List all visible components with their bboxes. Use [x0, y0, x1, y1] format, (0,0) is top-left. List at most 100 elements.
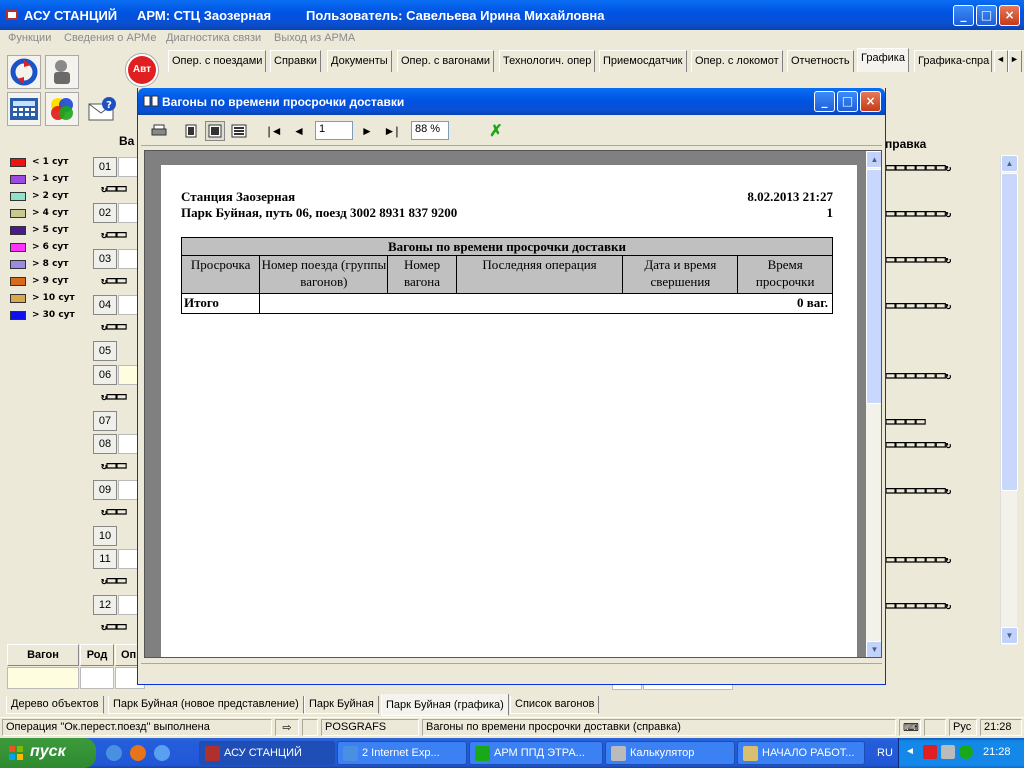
tab-tech[interactable]: Технологич. опер — [499, 50, 596, 72]
scroll-down-icon[interactable]: ▼ — [866, 641, 881, 657]
tab-locomotives[interactable]: Опер. с локомот — [691, 50, 783, 72]
tabs-scroll-left[interactable]: ◄ — [994, 50, 1008, 72]
menu-exit[interactable]: Выход из АРМА — [274, 32, 355, 44]
wagon-strip[interactable]: ↻⊏⊐⊏⊐ — [101, 184, 127, 195]
tab-park[interactable]: Парк Буйная — [304, 696, 379, 714]
right-scrollbar[interactable]: ▲ ▼ — [1000, 155, 1018, 645]
color-palette-icon[interactable] — [45, 92, 79, 126]
single-page-icon[interactable] — [181, 121, 201, 141]
wagon-strip[interactable]: ⊏⊐⊏⊐⊏⊐⊏⊐⊏⊐⊏⊐↻ — [885, 301, 951, 312]
tab-documents[interactable]: Документы — [327, 50, 392, 72]
page-number-input[interactable]: 1 — [315, 121, 353, 140]
network-icon[interactable] — [941, 745, 955, 759]
wagon-strip[interactable]: ⊏⊐⊏⊐⊏⊐⊏⊐ — [885, 417, 926, 428]
ie-quicklaunch-icon-2[interactable] — [154, 745, 170, 761]
menu-diagnostics[interactable]: Диагностика связи — [166, 32, 261, 44]
antivirus-icon[interactable] — [923, 745, 937, 759]
wagon-strip[interactable]: ↻⊏⊐⊏⊐ — [101, 276, 127, 287]
wagon-strip[interactable]: ↻⊏⊐⊏⊐ — [101, 461, 127, 472]
wagon-strip[interactable]: ↻⊏⊐⊏⊐ — [101, 230, 127, 241]
wagon-strip[interactable]: ⊏⊐⊏⊐⊏⊐⊏⊐⊏⊐⊏⊐↻ — [885, 486, 951, 497]
wagon-strip[interactable]: ↻⊏⊐⊏⊐ — [101, 507, 127, 518]
operator-icon[interactable] — [45, 55, 79, 89]
minimize-button[interactable]: _ — [953, 5, 974, 26]
dialog-maximize-button[interactable]: □ — [837, 91, 858, 112]
mail-help-icon[interactable]: ? — [86, 92, 120, 126]
tab-wagon-list[interactable]: Список вагонов — [510, 696, 600, 714]
wagon-strip[interactable]: ⊏⊐⊏⊐⊏⊐⊏⊐⊏⊐⊏⊐↻ — [885, 255, 951, 266]
wagon-strip[interactable]: ⊏⊐⊏⊐⊏⊐⊏⊐⊏⊐⊏⊐↻ — [885, 163, 951, 174]
dialog-titlebar[interactable]: Вагоны по времени просрочки доставки _ □… — [138, 88, 885, 115]
track-number[interactable]: 11 — [93, 549, 117, 569]
wagon-strip[interactable]: ⊏⊐⊏⊐⊏⊐⊏⊐⊏⊐⊏⊐↻ — [885, 371, 951, 382]
first-page-icon[interactable]: |◄ — [265, 121, 285, 141]
main-titlebar[interactable]: АСУ СТАНЦИЙ АРМ: СТЦ Заозерная Пользоват… — [0, 0, 1024, 30]
arrow-icon[interactable]: ⇨ — [275, 719, 299, 736]
track-number[interactable]: 10 — [93, 526, 117, 546]
multi-page-icon[interactable] — [229, 121, 249, 141]
taskbar-item-asu[interactable]: АСУ СТАНЦИЙ — [199, 741, 335, 765]
grid-cell[interactable] — [80, 667, 114, 689]
menu-functions[interactable]: Функции — [8, 32, 51, 44]
wagon-strip[interactable]: ↻⊏⊐⊏⊐ — [101, 322, 127, 333]
scroll-thumb[interactable] — [866, 169, 881, 404]
track-number[interactable]: 08 — [93, 434, 117, 454]
wagon-strip[interactable]: ⊏⊐⊏⊐⊏⊐⊏⊐⊏⊐⊏⊐↻ — [885, 440, 951, 451]
maximize-button[interactable]: □ — [976, 5, 997, 26]
tab-trains[interactable]: Опер. с поездами — [168, 50, 267, 72]
exit-runner-icon[interactable]: ✗ — [486, 121, 506, 141]
tab-park-graphics[interactable]: Парк Буйная (графика) — [381, 694, 509, 716]
menu-arm-info[interactable]: Сведения о АРМе — [64, 32, 156, 44]
wagon-strip[interactable]: ⊏⊐⊏⊐⊏⊐⊏⊐⊏⊐⊏⊐↻ — [885, 209, 951, 220]
wagon-strip[interactable]: ↻⊏⊐⊏⊐ — [101, 392, 127, 403]
col-header-kind[interactable]: Род — [80, 644, 114, 666]
grid-cell[interactable] — [7, 667, 79, 689]
tab-graphics[interactable]: Графика — [857, 48, 909, 72]
scroll-up-icon[interactable]: ▲ — [1001, 155, 1018, 172]
scroll-up-icon[interactable]: ▲ — [866, 151, 881, 168]
start-button[interactable]: пуск — [0, 738, 96, 768]
track-number[interactable]: 04 — [93, 295, 117, 315]
last-page-icon[interactable]: ►| — [381, 121, 401, 141]
tab-object-tree[interactable]: Дерево объектов — [6, 696, 104, 714]
close-button[interactable]: × — [999, 5, 1020, 26]
taskbar-lang[interactable]: RU — [877, 747, 893, 759]
track-number[interactable]: 07 — [93, 411, 117, 431]
tab-acceptor[interactable]: Приемосдатчик — [599, 50, 687, 72]
print-icon[interactable] — [149, 121, 169, 141]
page-width-icon[interactable] — [205, 121, 225, 141]
wagon-strip[interactable]: ↻⊏⊐⊏⊐ — [101, 576, 127, 587]
track-number[interactable]: 02 — [93, 203, 117, 223]
wagon-strip[interactable]: ⊏⊐⊏⊐⊏⊐⊏⊐⊏⊐⊏⊐↻ — [885, 555, 951, 566]
wagon-strip[interactable]: ⊏⊐⊏⊐⊏⊐⊏⊐⊏⊐⊏⊐↻ — [885, 601, 951, 612]
taskbar-item-calculator[interactable]: Калькулятор — [605, 741, 735, 765]
track-number[interactable]: 09 — [93, 480, 117, 500]
refresh-icon[interactable] — [7, 55, 41, 89]
zoom-input[interactable]: 88 % — [411, 121, 449, 140]
scroll-thumb[interactable] — [1001, 173, 1018, 491]
track-number[interactable]: 06 — [93, 365, 117, 385]
col-header-wagon[interactable]: Вагон — [7, 644, 79, 666]
tab-reporting[interactable]: Отчетность — [787, 50, 854, 72]
wagon-strip[interactable]: ↻⊏⊐⊏⊐ — [101, 622, 127, 633]
ie-quicklaunch-icon[interactable] — [106, 745, 122, 761]
calculator-icon[interactable] — [7, 92, 41, 126]
dialog-close-button[interactable]: × — [860, 91, 881, 112]
track-number[interactable]: 12 — [93, 595, 117, 615]
tab-park-new[interactable]: Парк Буйная (новое представление) — [108, 696, 304, 714]
track-number[interactable]: 03 — [93, 249, 117, 269]
tray-app-icon[interactable] — [959, 745, 973, 759]
firefox-quicklaunch-icon[interactable] — [130, 745, 146, 761]
avt-button[interactable]: Авт — [125, 53, 159, 87]
track-number[interactable]: 01 — [93, 157, 117, 177]
tab-wagons[interactable]: Опер. с вагонами — [397, 50, 495, 72]
prev-page-icon[interactable]: ◄ — [289, 121, 309, 141]
scroll-down-icon[interactable]: ▼ — [1001, 627, 1018, 644]
tabs-scroll-right[interactable]: ► — [1008, 50, 1022, 72]
track-number[interactable]: 05 — [93, 341, 117, 361]
next-page-icon[interactable]: ► — [357, 121, 377, 141]
taskbar-item-ie[interactable]: 2 Internet Exp... — [337, 741, 467, 765]
taskbar-item-arm-ppd[interactable]: АРМ ППД ЭТРА... — [469, 741, 603, 765]
tab-graphics-reference[interactable]: Графика-спра — [914, 50, 992, 72]
tab-reports[interactable]: Справки — [270, 50, 321, 72]
